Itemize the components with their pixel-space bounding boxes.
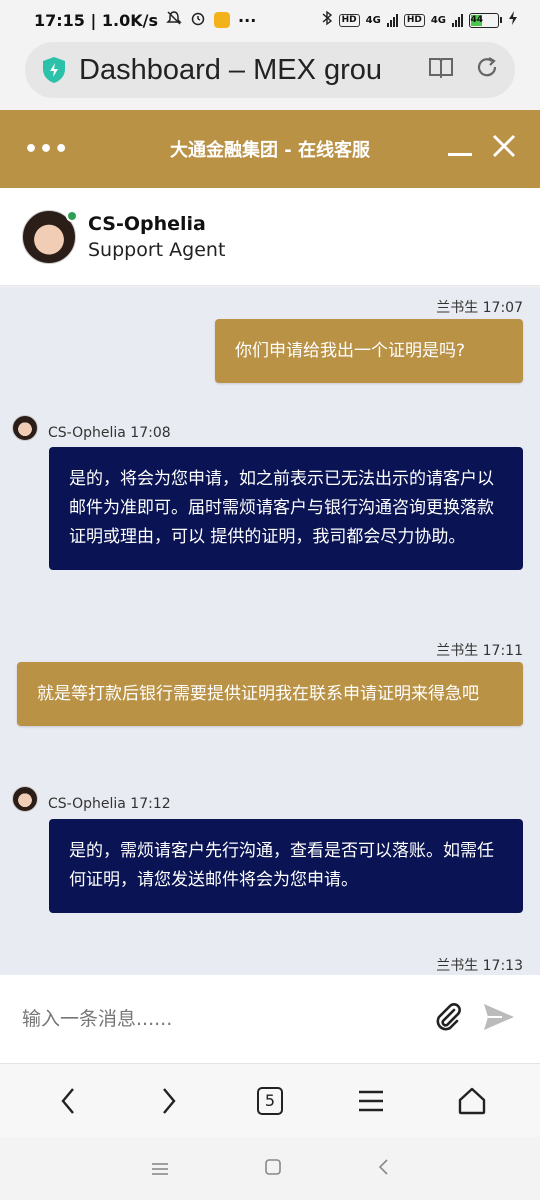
close-icon[interactable] (492, 134, 516, 164)
message-meta: 兰书生 17:13 (436, 958, 523, 974)
agent-message-bubble: 是的，需烦请客户先行沟通，查看是否可以落账。如需任何证明，请您发送邮件将会为您申… (49, 819, 523, 913)
menu-button[interactable] (351, 1081, 391, 1121)
system-nav-bar (0, 1137, 540, 1200)
address-bar[interactable]: Dashboard – MEX grou (25, 42, 515, 98)
minimize-icon[interactable] (448, 152, 472, 156)
system-back-icon[interactable] (377, 1157, 389, 1181)
system-home-icon[interactable] (264, 1157, 282, 1181)
message-meta: 兰书生 17:07 (436, 300, 523, 316)
tab-count: 5 (256, 1086, 283, 1115)
message-composer (0, 975, 540, 1063)
online-status-indicator (66, 209, 78, 222)
app-notification-icon (214, 12, 231, 28)
agent-message-meta: CS-Ophelia 17:12 (12, 786, 171, 812)
status-bar: 17:15 | 1.0K/s ··· HD 4G HD 4G 44 (0, 0, 540, 40)
message-input[interactable] (22, 1008, 402, 1030)
recent-apps-icon[interactable] (151, 1157, 169, 1181)
more-options-icon[interactable]: ••• (24, 137, 69, 162)
user-message-bubble: 就是等打款后银行需要提供证明我在联系申请证明来得急吧 (17, 662, 523, 726)
forward-button[interactable] (149, 1081, 189, 1121)
agent-name: CS-Ophelia (88, 212, 206, 235)
agent-avatar-small (12, 415, 38, 441)
more-notifications-icon: ··· (238, 10, 257, 30)
signal-icon (386, 13, 398, 27)
secure-shield-icon (43, 57, 65, 83)
charging-icon (508, 10, 518, 30)
alarm-icon (190, 10, 206, 30)
agent-message-bubble: 是的，将会为您申请，如之前表示已无法出示的请客户以邮件为准即可。届时需烦请客户与… (49, 447, 523, 570)
browser-toolbar: Dashboard – MEX grou (0, 40, 540, 110)
bluetooth-icon (321, 10, 333, 30)
agent-avatar (22, 209, 78, 264)
agent-info-bar: CS-Ophelia Support Agent (0, 188, 540, 286)
chat-header: ••• 大通金融集团 - 在线客服 (0, 110, 540, 188)
attachment-icon[interactable] (432, 1001, 464, 1037)
signal-icon-2 (452, 13, 463, 27)
home-button[interactable] (452, 1081, 492, 1121)
message-meta: CS-Ophelia 17:08 (48, 425, 171, 441)
back-button[interactable] (48, 1081, 88, 1121)
agent-message-meta: CS-Ophelia 17:08 (12, 415, 171, 441)
reader-mode-icon[interactable] (427, 55, 455, 85)
battery-level: 44 (470, 14, 483, 26)
tabs-button[interactable]: 5 (250, 1081, 290, 1121)
network-type-2: 4G (430, 14, 446, 26)
hd-badge: HD (338, 13, 360, 27)
battery-icon: 44 (469, 12, 499, 28)
hd-badge-2: HD (403, 13, 425, 27)
page-title[interactable]: Dashboard – MEX grou (79, 54, 391, 87)
message-meta: 兰书生 17:11 (436, 643, 523, 659)
refresh-icon[interactable] (475, 55, 499, 85)
user-message-bubble: 你们申请给我出一个证明是吗? (215, 319, 523, 383)
mute-icon (166, 10, 182, 30)
agent-avatar-small (12, 786, 38, 812)
status-time-speed: 17:15 | 1.0K/s (34, 10, 159, 30)
send-icon[interactable] (482, 1002, 516, 1036)
agent-role: Support Agent (88, 238, 226, 261)
browser-nav-bar: 5 (0, 1063, 540, 1137)
network-type-1: 4G (365, 14, 381, 26)
battery-tip (500, 17, 502, 23)
message-meta: CS-Ophelia 17:12 (48, 796, 171, 812)
message-list[interactable]: 兰书生 17:07 你们申请给我出一个证明是吗? CS-Ophelia 17:0… (0, 287, 540, 975)
